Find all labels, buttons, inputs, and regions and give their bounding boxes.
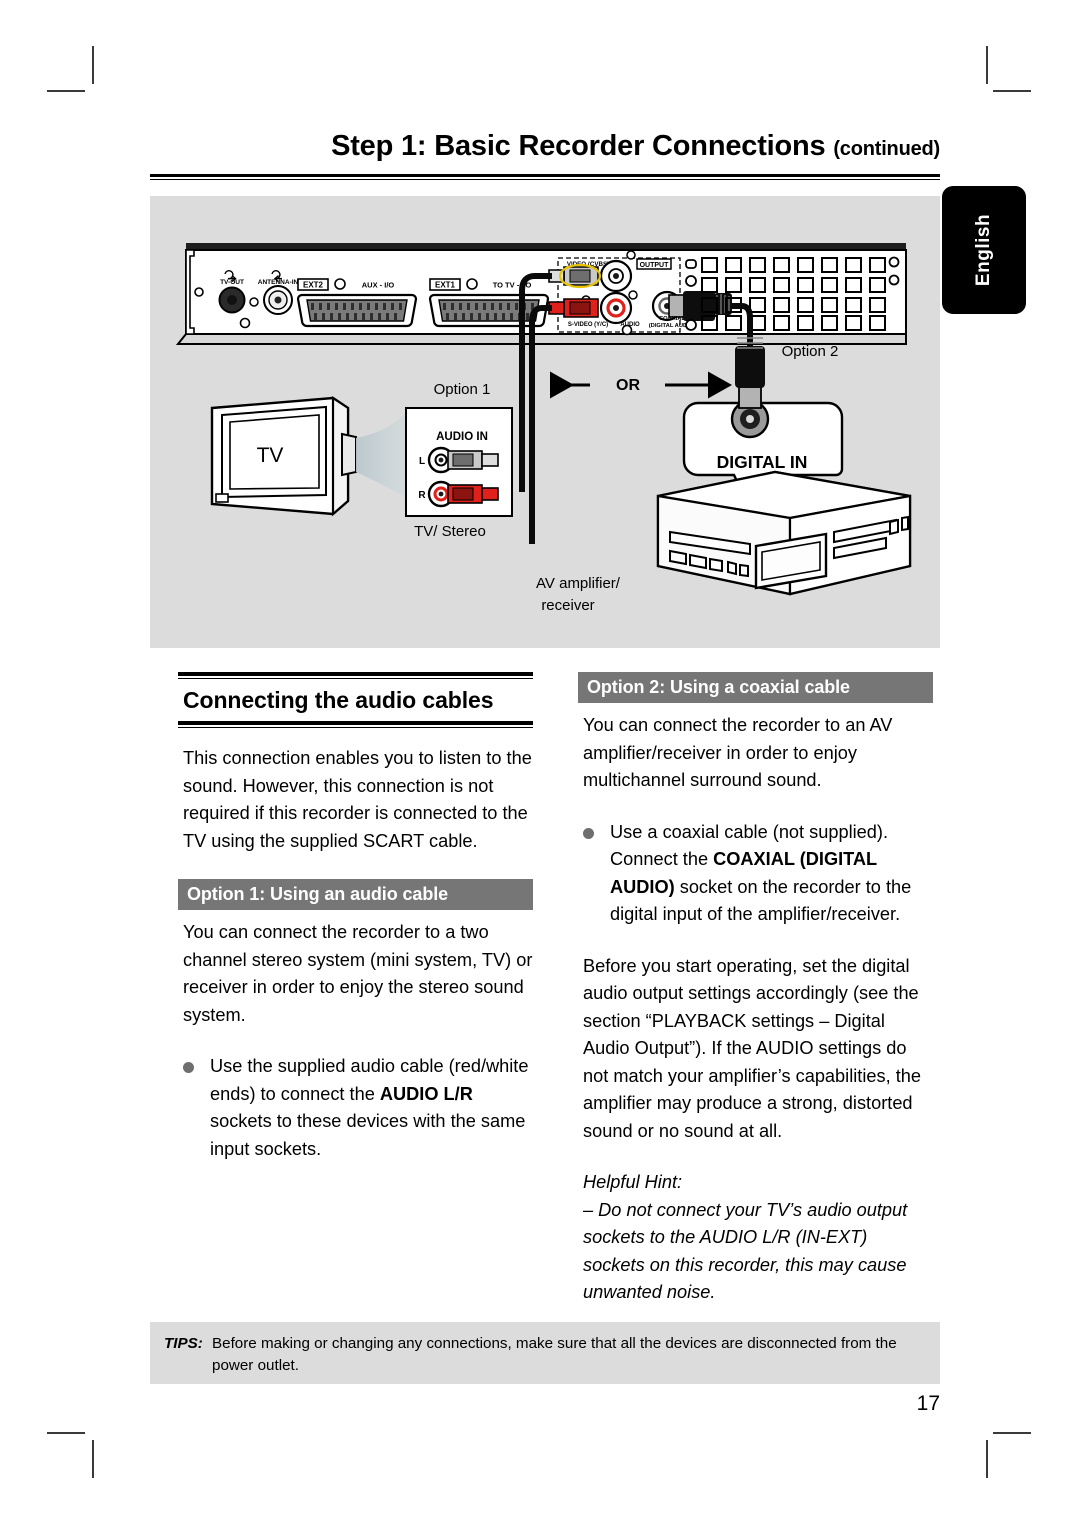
recorder-rear-panel: TV-OUT ANTENNA-IN EXT2 AUX - I/O EXT1 TO…: [175, 243, 907, 345]
section-title-rules-top: [178, 672, 533, 679]
crop-mark-top-left-h: [47, 90, 85, 92]
option2-bullet: Use a coaxial cable (not supplied). Conn…: [578, 819, 933, 929]
language-tab-english: English: [942, 186, 1026, 314]
section-title-rules-bottom: [178, 721, 533, 728]
connection-beam: [356, 411, 408, 498]
rule-thick-bottom: [178, 721, 533, 725]
coaxial-label-line1: COAXIAL: [659, 316, 686, 322]
tv-stereo-label: TV/ Stereo: [414, 523, 486, 540]
ext1-label: EXT1: [435, 281, 456, 290]
rule-thin-top: [178, 678, 533, 679]
page-title: Step 1: Basic Recorder Connections (cont…: [150, 130, 940, 163]
digital-settings-paragraph: Before you start operating, set the digi…: [583, 955, 921, 1141]
page-number: 17: [916, 1392, 940, 1415]
helpful-hint-body: – Do not connect your TV’s audio output …: [583, 1199, 908, 1303]
option1-paragraph: You can connect the recorder to a two ch…: [183, 922, 533, 1025]
bullet-dot-icon: [183, 1062, 194, 1073]
crop-mark-top-right-h: [993, 90, 1031, 92]
digital-in-label: DIGITAL IN: [717, 452, 808, 472]
antenna-in-label: ANTENNA-IN: [258, 279, 299, 286]
language-tab-label: English: [973, 213, 994, 287]
aux-io-label: AUX - I/O: [362, 280, 395, 289]
right-text-column: Option 2: Using a coaxial cable You can …: [578, 672, 933, 1307]
connection-diagram-panel: TV-OUT ANTENNA-IN EXT2 AUX - I/O EXT1 TO…: [150, 196, 940, 648]
intro-paragraph: This connection enables you to listen to…: [183, 748, 532, 851]
crop-mark-bottom-right-v: [986, 1440, 988, 1478]
audio-in-right-label: R: [418, 490, 426, 501]
option2-label: Option 2: [782, 343, 839, 360]
tv-stereo-socket-panel: AUDIO IN L R TV/ Stereo: [405, 407, 513, 540]
crop-mark-bottom-right-h: [993, 1432, 1031, 1434]
bullet-dot-icon: [583, 827, 594, 839]
tips-text: Before making or changing any connection…: [212, 1335, 897, 1374]
option1-bullet-post: sockets to these devices with the same i…: [210, 1111, 526, 1159]
tv-out-label: TV-OUT: [220, 279, 244, 286]
option1-heading-bar: Option 1: Using an audio cable: [178, 879, 533, 910]
rule-thin-bottom: [178, 727, 533, 728]
option1-bullet-bold: AUDIO L/R: [379, 1083, 473, 1104]
tips-label: TIPS:: [164, 1335, 203, 1352]
av-amplifier-label-line2: receiver: [541, 597, 594, 614]
helpful-hint-title: Helpful Hint:: [583, 1172, 683, 1192]
or-label: OR: [616, 377, 640, 394]
audio-label: AUDIO: [620, 322, 640, 328]
crop-mark-top-right-v: [986, 46, 988, 84]
connection-diagram: TV-OUT ANTENNA-IN EXT2 AUX - I/O EXT1 TO…: [175, 243, 912, 614]
tips-inner: TIPS: Before making or changing any conn…: [150, 1322, 940, 1377]
rule-thick-top: [178, 672, 533, 676]
page-title-suffix: (continued): [833, 138, 940, 160]
audio-in-left-label: L: [419, 456, 425, 467]
option1-bullet-pre: Use the supplied audio cable (red/white …: [210, 1056, 529, 1104]
ext2-label: EXT2: [303, 281, 324, 290]
tips-footer: TIPS: Before making or changing any conn…: [150, 1322, 940, 1384]
av-amplifier-illustration: [656, 470, 912, 596]
option1-bullet: Use the supplied audio cable (red/white …: [178, 1053, 533, 1163]
crop-mark-bottom-left-h: [47, 1432, 85, 1434]
page-title-main: Step 1: Basic Recorder Connections: [331, 130, 826, 162]
title-rule-thick: [150, 174, 940, 177]
option2-heading-bar: Option 2: Using a coaxial cable: [578, 672, 933, 703]
tv-label: TV: [257, 444, 284, 467]
audio-in-label: AUDIO IN: [436, 431, 488, 443]
tv-illustration: TV: [210, 395, 357, 517]
crop-mark-bottom-left-v: [92, 1440, 94, 1478]
section-title: Connecting the audio cables: [183, 687, 494, 713]
av-amplifier-label-line1: AV amplifier/: [536, 575, 621, 592]
output-label: OUTPUT: [640, 262, 670, 269]
s-video-label: S-VIDEO (Y/C): [568, 322, 608, 328]
option1-label: Option 1: [434, 381, 491, 398]
title-rule-thin: [150, 179, 940, 180]
option2-paragraph: You can connect the recorder to an AV am…: [583, 715, 893, 790]
left-text-column: Connecting the audio cables This connect…: [178, 672, 533, 1187]
crop-mark-top-left-v: [92, 46, 94, 84]
